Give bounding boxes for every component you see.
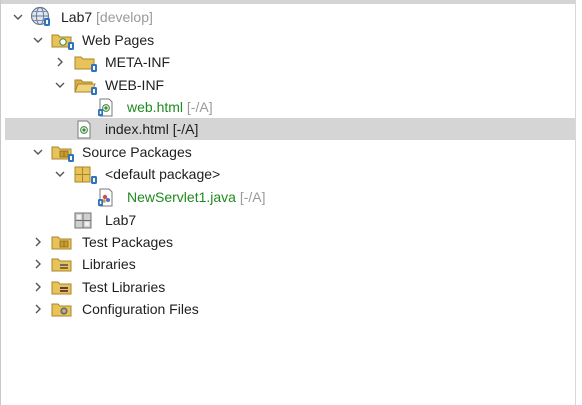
file-name-line: index.html [-/A] [105,120,198,138]
configuration-folder-icon [51,300,75,320]
open-folder-icon [74,76,98,96]
tree-node-web-html[interactable]: web.html [-/A] [1,96,577,118]
tree-node-libraries[interactable]: Libraries [1,253,577,275]
web-pages-folder-icon [51,31,75,51]
chevron-down-icon[interactable] [53,78,67,92]
tree-node-default-package[interactable]: <default package> [1,163,577,185]
web-project-globe-icon [29,6,53,26]
tree-node-label: META-INF [105,54,171,70]
html-file-icon [97,98,121,118]
chevron-down-icon[interactable] [11,10,25,24]
package-icon [74,165,98,185]
tree-node-servlet-java[interactable]: NewServlet1.java [-/A] [1,186,577,208]
file-name: web.html [127,99,184,115]
chevron-right-icon[interactable] [31,280,45,294]
tree-node-project[interactable]: Lab7 [develop] [1,6,577,28]
test-packages-folder-icon [51,233,75,253]
html-file-icon [75,120,99,140]
projects-tree-panel: Lab7 [develop] Web Pages META-INF WEB-IN… [0,0,582,405]
chevron-right-icon[interactable] [53,55,67,69]
chevron-down-icon[interactable] [53,167,67,181]
tree-node-lab7-library[interactable]: Lab7 [1,209,577,231]
file-name: NewServlet1.java [127,189,236,205]
tree-node-label: Source Packages [82,144,192,160]
tree-node-label: Libraries [82,256,136,272]
file-name: index.html [105,121,169,137]
test-libraries-folder-icon [51,278,75,298]
chevron-down-icon[interactable] [31,33,45,47]
tree-node-meta-inf[interactable]: META-INF [1,51,577,73]
tree-node-label: Lab7 [105,212,137,228]
panel-top-border [1,0,582,4]
source-packages-folder-icon [51,143,75,163]
chevron-right-icon[interactable] [31,257,45,271]
tree-node-index-html[interactable]: index.html [-/A] [5,118,577,140]
vcs-status: [-/A] [239,189,266,205]
tree-node-web-inf[interactable]: WEB-INF [1,74,577,96]
tree-node-label: <default package> [105,166,221,182]
tree-node-label: Web Pages [82,32,155,48]
file-name-line: web.html [-/A] [127,98,213,116]
project-name: Lab7 [61,9,93,25]
java-servlet-file-icon [97,188,121,208]
tree-node-label: Test Packages [82,234,174,250]
vcs-status: [-/A] [186,99,213,115]
chevron-right-icon[interactable] [31,302,45,316]
tree-node-source-packages[interactable]: Source Packages [1,141,577,163]
vcs-status: [-/A] [172,121,199,137]
tree-node-configuration-files[interactable]: Configuration Files [1,298,577,320]
libraries-folder-icon [51,255,75,275]
project-name-line: Lab7 [develop] [61,8,153,26]
tree-node-web-pages[interactable]: Web Pages [1,29,577,51]
tree-node-test-libraries[interactable]: Test Libraries [1,276,577,298]
tree-node-test-packages[interactable]: Test Packages [1,231,577,253]
project-branch: [develop] [96,9,153,25]
library-jar-icon [74,211,98,231]
file-name-line: NewServlet1.java [-/A] [127,188,266,206]
chevron-down-icon[interactable] [31,145,45,159]
tree-node-label: WEB-INF [105,77,165,93]
folder-icon [74,53,98,73]
chevron-right-icon[interactable] [31,235,45,249]
tree-node-label: Test Libraries [82,279,166,295]
tree-node-label: Configuration Files [82,301,199,317]
vertical-scrollbar-track[interactable] [575,0,582,405]
